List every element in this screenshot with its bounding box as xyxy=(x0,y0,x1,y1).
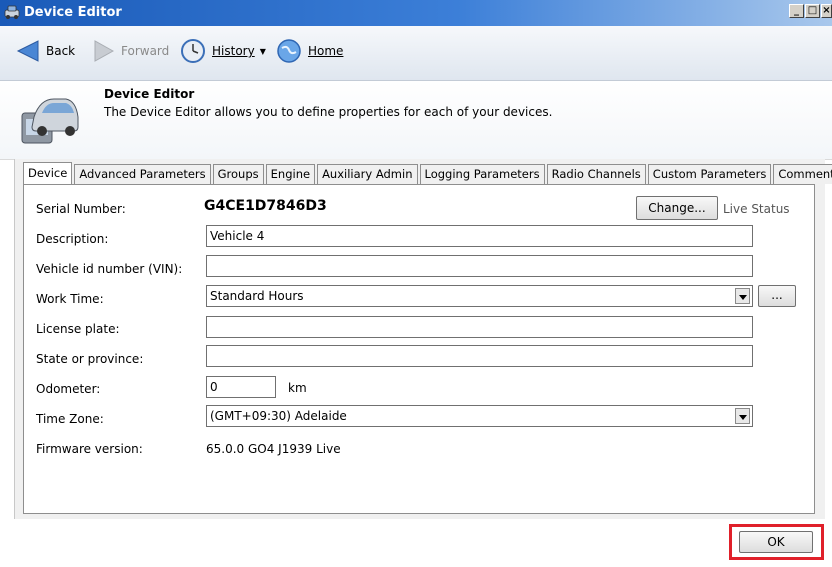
tab-strip: Device Advanced Parameters Groups Engine… xyxy=(23,162,832,184)
tab-device[interactable]: Device xyxy=(23,162,73,184)
odometer-label: Odometer: xyxy=(36,382,101,396)
time-zone-label: Time Zone: xyxy=(36,412,104,426)
time-zone-select[interactable]: (GMT+09:30) Adelaide xyxy=(206,405,753,427)
chevron-down-icon[interactable] xyxy=(735,408,750,424)
tab-custom-parameters[interactable]: Custom Parameters xyxy=(647,164,772,184)
home-globe-icon xyxy=(277,39,301,63)
title-bar: Device Editor _ □ × xyxy=(0,0,832,26)
editor-panel: Device Advanced Parameters Groups Engine… xyxy=(14,159,832,519)
forward-label: Forward xyxy=(121,44,170,58)
home-button[interactable]: Home xyxy=(276,38,343,64)
live-status-link[interactable]: Live Status xyxy=(723,202,790,216)
clock-icon xyxy=(181,39,205,63)
serial-number-label: Serial Number: xyxy=(36,202,126,216)
vin-label: Vehicle id number (VIN): xyxy=(36,262,183,276)
tab-logging-parameters[interactable]: Logging Parameters xyxy=(419,164,545,184)
device-tab-content: Serial Number: G4CE1D7846D3 Change... Li… xyxy=(23,184,815,514)
header-description: The Device Editor allows you to define p… xyxy=(104,105,553,119)
change-button[interactable]: Change... xyxy=(636,196,718,220)
serial-number-value: G4CE1D7846D3 xyxy=(204,198,327,214)
description-label: Description: xyxy=(36,232,109,246)
tab-advanced-parameters[interactable]: Advanced Parameters xyxy=(74,164,211,184)
state-province-input[interactable] xyxy=(206,345,753,367)
work-time-more-button[interactable]: ... xyxy=(758,285,796,307)
tab-engine[interactable]: Engine xyxy=(265,164,316,184)
history-dropdown-icon[interactable]: ▼ xyxy=(260,47,266,56)
odometer-unit: km xyxy=(288,381,307,395)
window-title: Device Editor xyxy=(24,5,122,20)
back-button[interactable]: Back xyxy=(16,38,75,64)
odometer-input[interactable]: 0 xyxy=(206,376,276,398)
page-header: Device Editor The Device Editor allows y… xyxy=(0,81,832,160)
app-icon xyxy=(4,5,20,19)
navigation-bar: Back Forward History ▼ Home xyxy=(0,26,832,81)
ok-button[interactable]: OK xyxy=(739,531,813,553)
close-button[interactable]: × xyxy=(821,4,832,18)
forward-button[interactable]: Forward xyxy=(93,38,169,64)
home-label: Home xyxy=(308,44,344,58)
chevron-down-icon[interactable] xyxy=(735,288,750,304)
license-plate-input[interactable] xyxy=(206,316,753,338)
firmware-version-value: 65.0.0 GO4 J1939 Live xyxy=(206,442,341,456)
work-time-label: Work Time: xyxy=(36,292,104,306)
tab-auxiliary-admin[interactable]: Auxiliary Admin xyxy=(317,164,418,184)
tab-comment[interactable]: Comment xyxy=(773,164,832,184)
history-label: History xyxy=(212,44,255,58)
minimize-button[interactable]: _ xyxy=(789,4,804,18)
back-label: Back xyxy=(46,44,76,58)
device-car-icon xyxy=(21,98,79,144)
ok-highlight: OK xyxy=(729,524,824,560)
forward-arrow-icon xyxy=(94,40,115,62)
maximize-button[interactable]: □ xyxy=(805,4,820,18)
description-input[interactable]: Vehicle 4 xyxy=(206,225,753,247)
firmware-version-label: Firmware version: xyxy=(36,442,143,456)
tab-groups[interactable]: Groups xyxy=(212,164,264,184)
header-title: Device Editor xyxy=(104,87,195,101)
work-time-select[interactable]: Standard Hours xyxy=(206,285,753,307)
history-button[interactable]: History ▼ xyxy=(180,38,266,64)
vin-input[interactable] xyxy=(206,255,753,277)
back-arrow-icon xyxy=(16,40,39,62)
state-province-label: State or province: xyxy=(36,352,144,366)
tab-radio-channels[interactable]: Radio Channels xyxy=(546,164,646,184)
time-zone-value: (GMT+09:30) Adelaide xyxy=(210,409,347,423)
work-time-value: Standard Hours xyxy=(210,289,304,303)
license-plate-label: License plate: xyxy=(36,322,120,336)
